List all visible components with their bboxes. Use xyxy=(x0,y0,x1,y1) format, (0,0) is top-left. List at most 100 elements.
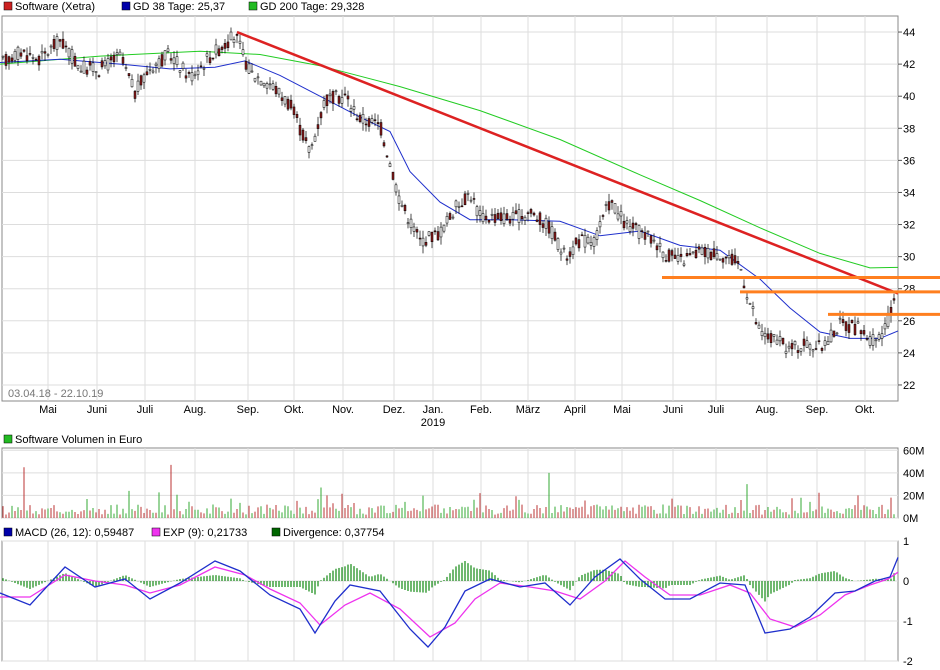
candle-body xyxy=(286,98,290,110)
candle-body xyxy=(190,72,194,82)
candle-body xyxy=(85,69,89,75)
candle-body xyxy=(661,251,665,259)
chart-area: 22 24 26 28 30 32 34 36 38 40 42 44 03.04.18 - 22.1… xyxy=(0,1,940,668)
candle-body xyxy=(601,215,605,217)
candle-body xyxy=(424,242,428,246)
candle-body xyxy=(577,239,581,249)
candle-body xyxy=(208,57,212,64)
candle-body xyxy=(292,106,296,115)
candle-body xyxy=(256,76,260,79)
candle-body xyxy=(250,70,254,73)
candle-body xyxy=(280,97,284,101)
candle-body xyxy=(496,212,500,219)
candle-body xyxy=(214,44,218,55)
candle-body xyxy=(442,224,446,232)
candle-body xyxy=(892,298,896,301)
candle-body xyxy=(511,212,515,220)
candle-body xyxy=(316,124,320,129)
legend-swatch-exp xyxy=(151,527,161,537)
volume-legend: Software Volumen in Euro xyxy=(3,434,142,446)
macd-y-tick-label: -1 xyxy=(903,616,913,628)
candle-body xyxy=(721,258,725,263)
candle-body xyxy=(475,206,479,217)
candle-body xyxy=(103,60,107,67)
x-axis-year-label: 2019 xyxy=(421,417,445,429)
candle-body xyxy=(625,220,629,224)
candle-body xyxy=(37,55,41,66)
candle-body xyxy=(235,33,239,36)
candle-body xyxy=(205,53,209,57)
candle-body xyxy=(811,349,815,352)
candle-body xyxy=(850,320,854,324)
candle-body xyxy=(352,106,356,110)
candle-body xyxy=(268,83,272,86)
candle-body xyxy=(283,96,287,105)
candle-body xyxy=(538,212,542,225)
x-tick-label: Feb. xyxy=(470,404,492,416)
candle-body xyxy=(220,46,224,50)
macd-legend: MACD (26, 12): 0,59487 EXP (9): 0,21733 … xyxy=(3,527,385,539)
candle-body xyxy=(370,118,374,123)
candle-body xyxy=(787,345,791,349)
candle-body xyxy=(133,90,137,99)
candle-body xyxy=(799,348,803,352)
x-axis-labels: Mai Juni Juli Aug. Sep. Okt. Nov. Dez. Jan. Feb. M… xyxy=(39,404,875,416)
candle-body xyxy=(88,61,92,66)
price-y-tick-label: 38 xyxy=(903,123,915,135)
candle-body xyxy=(394,184,398,193)
candle-body xyxy=(22,49,26,52)
candle-body xyxy=(46,54,50,56)
legend-swatch-volume xyxy=(3,434,13,444)
candle-body xyxy=(865,338,869,340)
candle-body xyxy=(814,348,818,350)
candle-body xyxy=(841,319,845,323)
candle-body xyxy=(646,230,650,233)
candle-body xyxy=(241,49,245,55)
candle-body xyxy=(793,341,797,346)
macd-y-tick-label: -2 xyxy=(903,656,913,668)
candle-body xyxy=(172,57,176,64)
x-tick-label: Mai xyxy=(39,404,57,416)
candle-body xyxy=(823,340,827,346)
candle-body xyxy=(157,58,161,69)
candle-body xyxy=(415,229,419,233)
candle-body xyxy=(760,330,764,336)
candle-body xyxy=(184,75,188,79)
candle-body xyxy=(409,218,413,228)
price-y-tick-label: 24 xyxy=(903,348,915,360)
candle-body xyxy=(244,61,248,70)
candle-body xyxy=(634,223,638,226)
candle-body xyxy=(55,36,59,50)
candle-body xyxy=(757,324,761,329)
candle-body xyxy=(193,74,197,77)
candle-body xyxy=(631,222,635,229)
candle-body xyxy=(97,75,101,77)
candle-body xyxy=(583,234,587,248)
candle-body xyxy=(181,62,185,69)
candle-body xyxy=(688,253,692,256)
candle-body xyxy=(517,209,521,223)
candle-body xyxy=(115,52,119,55)
candle-body xyxy=(349,108,353,112)
candle-body xyxy=(778,336,782,342)
candle-body xyxy=(859,330,863,335)
candle-body xyxy=(130,79,134,88)
candle-body xyxy=(379,122,383,136)
candle-body xyxy=(493,214,497,223)
candle-body xyxy=(373,119,377,121)
candle-body xyxy=(835,332,839,335)
candle-body xyxy=(541,223,545,228)
candle-body xyxy=(790,343,794,350)
candle-body xyxy=(385,155,389,158)
candle-body xyxy=(52,38,56,49)
candle-body xyxy=(469,199,473,202)
candle-body xyxy=(580,234,584,237)
candle-body xyxy=(658,242,662,247)
candle-body xyxy=(196,70,200,76)
price-y-tick-label: 22 xyxy=(903,380,915,392)
candle-body xyxy=(406,222,410,224)
candle-body xyxy=(433,230,437,233)
candle-body xyxy=(559,251,563,255)
candle-body xyxy=(367,118,371,127)
candle-body xyxy=(514,210,518,214)
